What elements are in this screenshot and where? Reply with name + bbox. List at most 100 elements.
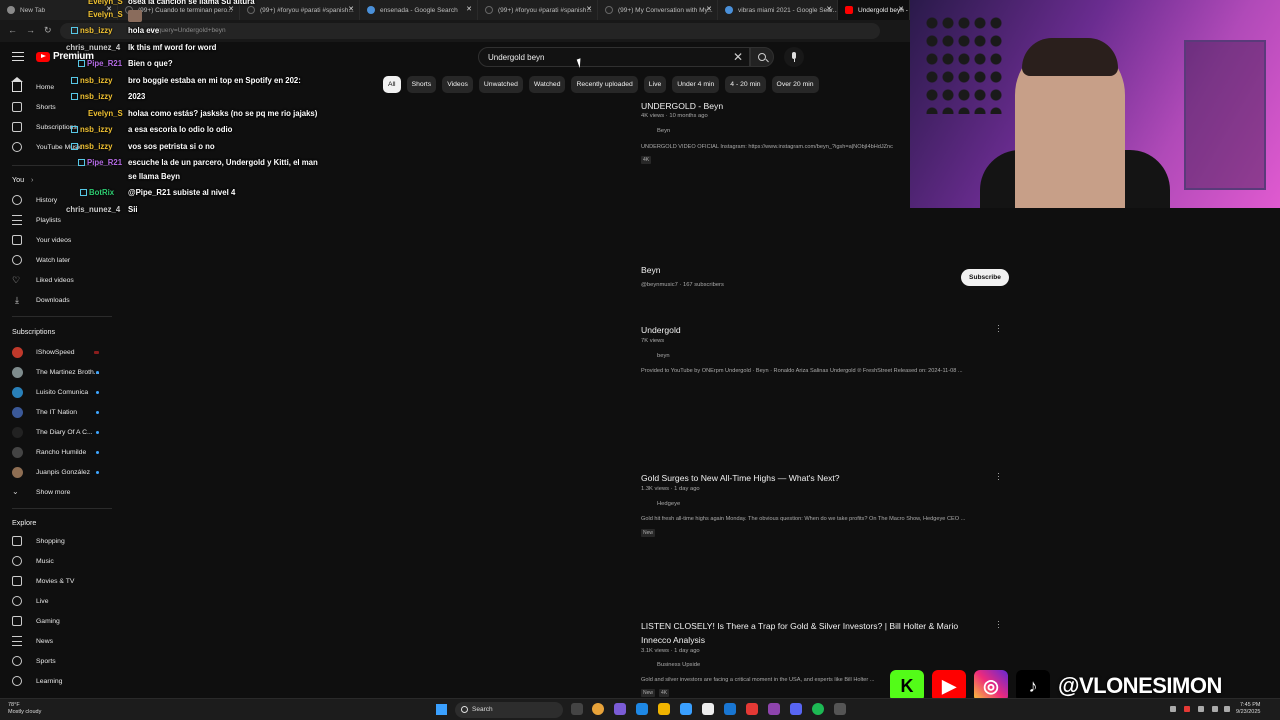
task-view-icon[interactable]	[571, 703, 583, 715]
sidebar-item[interactable]: Shopping	[12, 536, 65, 546]
filter-chip[interactable]: Recently uploaded	[571, 76, 638, 93]
close-tab-icon[interactable]: ✕	[348, 5, 354, 13]
browser-tab[interactable]: ensenada - Google Search ✕	[360, 0, 478, 20]
edge-icon[interactable]	[636, 703, 648, 715]
section-header-you[interactable]: You	[12, 175, 24, 184]
volume-icon[interactable]	[1212, 706, 1218, 712]
sidebar-item[interactable]: Music	[12, 556, 54, 566]
subscription-item[interactable]: Luisito Comunica	[12, 387, 88, 398]
taskbar-clock[interactable]: 7:45 PM 9/23/2025	[1236, 702, 1260, 716]
filter-chip[interactable]: Unwatched	[478, 76, 523, 93]
more-options-icon[interactable]: · · ·	[997, 322, 1000, 336]
browser-tab[interactable]: Undergold beyn - YouTube✕	[838, 0, 910, 20]
tray-icon[interactable]	[1184, 706, 1190, 712]
voice-search-icon[interactable]	[784, 47, 804, 67]
subscription-item[interactable]: The Martinez Broth...	[12, 367, 99, 378]
subscription-item[interactable]: Rancho Humilde	[12, 447, 86, 458]
network-icon[interactable]	[1198, 706, 1204, 712]
sidebar-item[interactable]: Learning	[12, 676, 62, 686]
sidebar-item[interactable]: ⤓ Downloads	[12, 295, 70, 305]
weather-widget[interactable]: 78°F Mostly cloudy	[8, 702, 41, 716]
url-field[interactable]: ...h_query=Undergold+beyn	[60, 23, 880, 39]
sidebar-item[interactable]: Watch later	[12, 255, 70, 265]
close-tab-icon[interactable]: ✕	[228, 5, 234, 13]
sidebar-item[interactable]: Playlists	[12, 215, 61, 225]
sidebar-item[interactable]: Sports	[12, 656, 56, 666]
chat-message: bro boggie estaba en mi top en Spotify e…	[128, 76, 301, 85]
sidebar-item[interactable]: ♡ Liked videos	[12, 275, 74, 285]
filter-chip[interactable]: Under 4 min	[672, 76, 720, 93]
app-icon[interactable]	[614, 703, 626, 715]
subscription-item[interactable]: The IT Nation	[12, 407, 77, 418]
subscribe-button[interactable]: Subscribe	[961, 269, 1009, 286]
result-channel[interactable]: Hedgeye	[657, 501, 680, 507]
sidebar-item[interactable]: News	[12, 636, 53, 646]
chevron-right-icon[interactable]: ›	[31, 175, 33, 184]
taskbar-search[interactable]: Search	[455, 702, 563, 718]
result-title[interactable]: Undergold	[641, 325, 681, 335]
filter-chip[interactable]: Over 20 min	[771, 76, 819, 93]
sidebar-item[interactable]: Subscriptions	[12, 122, 77, 132]
spotify-icon[interactable]	[812, 703, 824, 715]
more-options-icon[interactable]: · · ·	[997, 470, 1000, 484]
chrome-icon[interactable]	[592, 703, 604, 715]
chat-badge-icon	[71, 93, 78, 100]
discord-icon[interactable]	[790, 703, 802, 715]
sidebar-item[interactable]: Home	[11, 77, 54, 92]
filter-chip[interactable]: Shorts	[406, 76, 437, 93]
result-channel[interactable]: Business Upside	[657, 662, 700, 668]
close-tab-icon[interactable]: ✕	[898, 5, 904, 13]
reload-icon[interactable]: ↻	[44, 25, 52, 36]
filter-chip[interactable]: Live	[643, 76, 667, 93]
chat-message: holaa como estás? jasksks (no se pq me r…	[128, 109, 318, 118]
battery-icon[interactable]	[1224, 706, 1230, 712]
result-title[interactable]: UNDERGOLD - Beyn	[641, 101, 723, 111]
result-title[interactable]: Gold Surges to New All-Time Highs — What…	[641, 473, 840, 483]
result-channel[interactable]: beyn	[657, 353, 670, 359]
section-header-subscriptions[interactable]: Subscriptions	[12, 327, 55, 336]
filter-chip[interactable]: All	[383, 76, 401, 93]
filter-chip[interactable]: Watched	[528, 76, 566, 93]
sidebar-item[interactable]: Movies & TV	[12, 576, 74, 586]
sidebar-item[interactable]: Live	[12, 596, 48, 606]
app-icon[interactable]	[746, 703, 758, 715]
forward-icon[interactable]: →	[26, 25, 35, 35]
store-icon[interactable]	[724, 703, 736, 715]
browser-tab[interactable]: (99+) #foryou #parati #spanish... ✕	[240, 0, 360, 20]
result-title[interactable]: LISTEN CLOSELY! Is There a Trap for Gold…	[641, 621, 958, 631]
clear-search-icon[interactable]: ✕	[733, 50, 743, 64]
sidebar-item[interactable]: History	[12, 195, 57, 205]
subscription-item[interactable]: The Diary Of A C...	[12, 427, 93, 438]
windows-start-icon[interactable]	[436, 704, 447, 715]
close-tab-icon[interactable]: ✕	[586, 5, 592, 13]
sidebar-item[interactable]: Shorts	[12, 102, 56, 112]
notepad-icon[interactable]	[702, 703, 714, 715]
search-button[interactable]	[750, 47, 774, 67]
subscription-item[interactable]: IShowSpeed	[12, 347, 75, 358]
browser-tab[interactable]: (99+) My Conversation with My... ✕	[598, 0, 718, 20]
close-tab-icon[interactable]: ✕	[706, 5, 712, 13]
menu-icon[interactable]	[12, 52, 24, 61]
browser-tab[interactable]: vibras miami 2021 - Google Sear... ✕	[718, 0, 838, 20]
filter-chip[interactable]: Videos	[442, 76, 473, 93]
search-input[interactable]: Undergold beyn ✕	[478, 47, 750, 67]
weather-temp: 78°F	[8, 702, 20, 708]
file-explorer-icon[interactable]	[658, 703, 670, 715]
back-icon[interactable]: ←	[8, 25, 17, 35]
close-tab-icon[interactable]: ✕	[826, 5, 832, 13]
mail-icon[interactable]	[680, 703, 692, 715]
sidebar-item[interactable]: Your videos	[12, 235, 71, 245]
channel-title[interactable]: Beyn	[641, 265, 661, 275]
subscription-item[interactable]: Juanpis González	[12, 467, 90, 478]
close-tab-icon[interactable]: ✕	[466, 5, 472, 13]
more-options-icon[interactable]: · · ·	[997, 618, 1000, 632]
sidebar-item[interactable]: Gaming	[12, 616, 60, 626]
app-icon[interactable]	[834, 703, 846, 715]
app-icon[interactable]	[768, 703, 780, 715]
result-channel[interactable]: Beyn	[657, 128, 670, 134]
tray-icon[interactable]	[1170, 706, 1176, 712]
result-title-line2[interactable]: Innecco Analysis	[641, 635, 705, 645]
filter-chip[interactable]: 4 - 20 min	[725, 76, 766, 93]
browser-tab[interactable]: (99+) #foryou #parati #spanish... ✕	[478, 0, 598, 20]
show-more-button[interactable]: ⌄ Show more	[12, 487, 70, 497]
